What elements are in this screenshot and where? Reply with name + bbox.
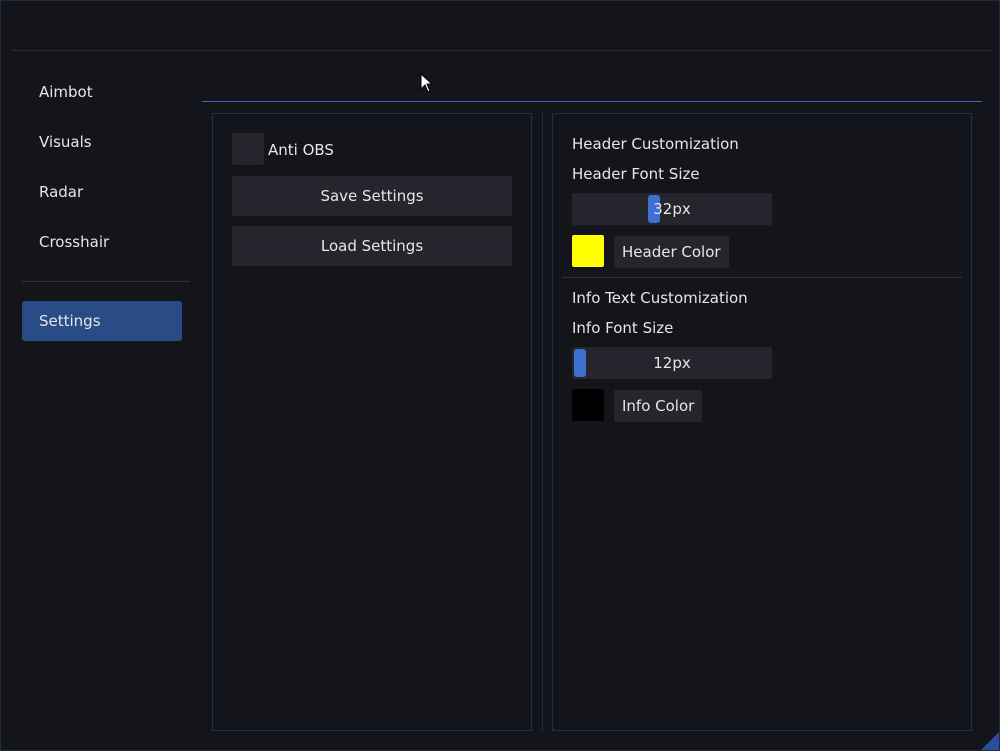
mouse-cursor-icon — [420, 73, 434, 93]
info-font-size-label: Info Font Size — [572, 319, 674, 337]
sidebar-item-aimbot[interactable]: Aimbot — [22, 72, 182, 112]
header-font-size-label: Header Font Size — [572, 165, 700, 183]
title-divider — [11, 50, 991, 51]
slider-value: 32px — [653, 200, 691, 218]
sidebar-item-label: Crosshair — [39, 233, 110, 251]
header-color-button[interactable]: Header Color — [614, 236, 729, 268]
sidebar-item-label: Radar — [39, 183, 84, 201]
sidebar-item-label: Settings — [39, 312, 101, 330]
anti-obs-checkbox[interactable] — [232, 133, 264, 165]
header-color-swatch[interactable] — [572, 235, 604, 267]
sidebar-item-visuals[interactable]: Visuals — [22, 122, 182, 162]
sidebar-item-radar[interactable]: Radar — [22, 172, 182, 212]
sidebar-item-label: Visuals — [39, 133, 92, 151]
load-settings-button[interactable]: Load Settings — [232, 226, 512, 266]
section-divider — [562, 277, 962, 278]
header-customization-title: Header Customization — [572, 135, 739, 153]
info-font-size-slider[interactable]: 12px — [572, 347, 772, 379]
anti-obs-label: Anti OBS — [268, 141, 334, 159]
info-color-swatch[interactable] — [572, 389, 604, 421]
slider-value: 12px — [653, 354, 691, 372]
sidebar-divider — [22, 281, 190, 282]
info-text-customization-title: Info Text Customization — [572, 289, 748, 307]
sidebar-item-label: Aimbot — [39, 83, 93, 101]
save-settings-button[interactable]: Save Settings — [232, 176, 512, 216]
header-font-size-slider[interactable]: 32px — [572, 193, 772, 225]
panel-divider — [542, 113, 543, 731]
resize-grip-icon[interactable] — [981, 732, 999, 750]
sidebar-item-crosshair[interactable]: Crosshair — [22, 222, 182, 262]
info-color-button[interactable]: Info Color — [614, 390, 703, 422]
sidebar-item-settings[interactable]: Settings — [22, 301, 182, 341]
content-header-underline — [202, 101, 982, 102]
app-window: Aimbot Visuals Radar Crosshair Settings … — [0, 0, 1000, 751]
